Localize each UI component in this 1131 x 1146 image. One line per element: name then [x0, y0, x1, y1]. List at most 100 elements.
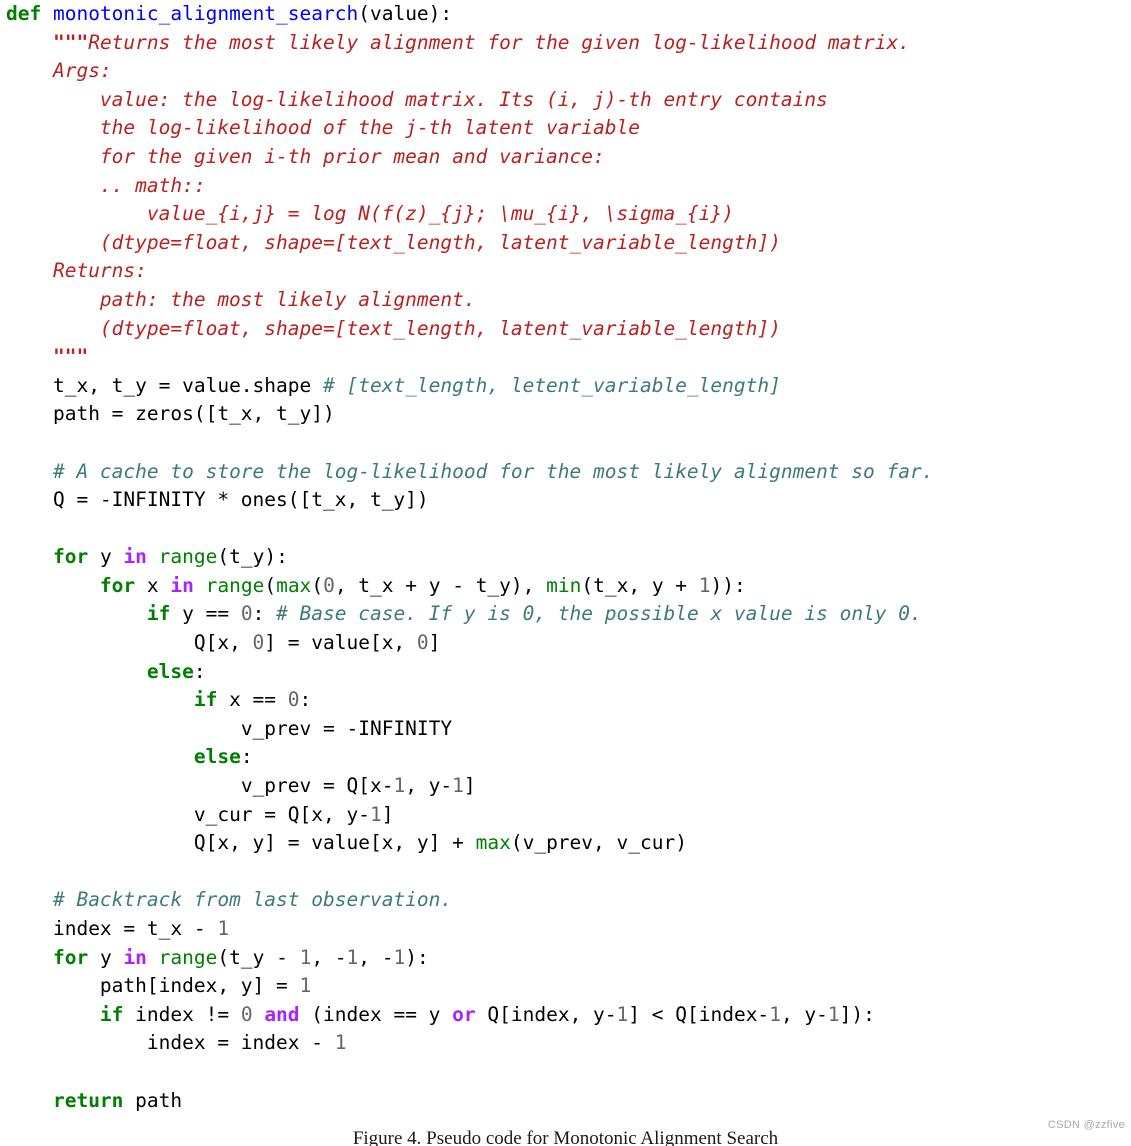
- code-token-num: 1: [769, 1002, 781, 1026]
- code-token-kw: if: [146, 602, 171, 626]
- code-token-doc: for the given i-th prior mean and varian…: [99, 144, 605, 168]
- code-token-plain: :: [240, 745, 253, 769]
- code-token-num: 1: [369, 802, 382, 826]
- code-token-doc: (dtype=float, shape=[text_length, latent…: [99, 230, 781, 254]
- code-line: # A cache to store the log-likelihood fo…: [0, 458, 1131, 487]
- code-token-doc-q: """: [52, 30, 89, 54]
- code-token-num: 1: [346, 945, 359, 969]
- code-line: index = t_x - 1: [0, 915, 1131, 944]
- code-token-comment: # Backtrack from last observation.: [52, 888, 453, 912]
- code-token-plain: ] < Q[index-: [628, 1002, 770, 1026]
- code-line: .. math::: [0, 172, 1131, 201]
- code-token-plain: v_prev = Q[x-: [240, 774, 394, 798]
- code-token-kw: for: [52, 545, 89, 569]
- code-line: def monotonic_alignment_search(value):: [0, 0, 1131, 29]
- code-token-num: 1: [452, 774, 464, 798]
- code-line: t_x, t_y = value.shape # [text_length, l…: [0, 372, 1131, 401]
- code-line: Q[x, y] = value[x, y] + max(v_prev, v_cu…: [0, 829, 1131, 858]
- code-line: """Returns the most likely alignment for…: [0, 29, 1131, 58]
- code-token-comment: # Base case. If y is 0, the possible x v…: [276, 602, 922, 626]
- code-token-plain: x ==: [217, 688, 288, 712]
- watermark: CSDN @zzfive: [1047, 1119, 1125, 1131]
- code-line: v_prev = -INFINITY: [0, 715, 1131, 744]
- code-token-kw: for: [99, 573, 136, 597]
- code-line: Q[x, 0] = value[x, 0]: [0, 629, 1131, 658]
- code-token-num: 1: [393, 774, 406, 798]
- code-token-plain: (v_prev, v_cur): [510, 831, 687, 855]
- code-token-plain: t_x, t_y = value.shape: [52, 373, 323, 397]
- code-token-plain: Q[x,: [193, 631, 253, 655]
- code-token-doc: Returns the most likely alignment for th…: [88, 30, 911, 54]
- code-line: the log-likelihood of the j-th latent va…: [0, 114, 1131, 143]
- code-token-builtin: max: [475, 831, 511, 855]
- code-token-plain: Q = -INFINITY * ones([t_x, t_y]): [52, 488, 429, 512]
- code-token-num: 1: [299, 974, 312, 998]
- code-line: v_prev = Q[x-1, y-1]: [0, 772, 1131, 801]
- code-token-kw: def: [6, 2, 42, 25]
- code-line: # Backtrack from last observation.: [0, 886, 1131, 915]
- code-line: else:: [0, 743, 1131, 772]
- code-line: (dtype=float, shape=[text_length, latent…: [0, 315, 1131, 344]
- code-line: for x in range(max(0, t_x + y - t_y), mi…: [0, 572, 1131, 601]
- code-token-doc: value: the log-likelihood matrix. Its (i…: [99, 87, 828, 111]
- code-token-plain: ]: [381, 802, 394, 826]
- code-token-plain: (value):: [358, 2, 453, 25]
- code-token-doc: value_{i,j} = log N(f(z)_{j}; \mu_{i}, \…: [146, 202, 734, 226]
- code-line: """: [0, 343, 1131, 372]
- code-token-builtin: range: [205, 573, 265, 597]
- code-token-builtin: max: [276, 573, 312, 597]
- code-token-builtin: range: [158, 945, 218, 969]
- code-line: path = zeros([t_x, t_y]): [0, 400, 1131, 429]
- code-token-plain: )):: [710, 573, 746, 597]
- code-token-op-kw: in: [170, 573, 194, 597]
- code-line: return path: [0, 1087, 1131, 1116]
- code-line: if y == 0: # Base case. If y is 0, the p…: [0, 600, 1131, 629]
- code-token-plain: index = t_x -: [52, 917, 218, 940]
- code-token-plain: (t_x, y +: [581, 573, 699, 597]
- code-token-op-kw: in: [123, 545, 147, 569]
- code-token-op-kw: and: [264, 1002, 300, 1026]
- code-token-num: 0: [323, 573, 335, 597]
- code-token-plain: , y-: [405, 774, 453, 798]
- code-token-num: 1: [299, 945, 312, 969]
- code-token-op-kw: or: [452, 1002, 476, 1026]
- code-token-builtin: min: [546, 573, 582, 597]
- code-token-plain: path = zeros([t_x, t_y]): [52, 402, 335, 426]
- code-token-doc: path: the most likely alignment.: [99, 287, 476, 311]
- code-token-plain: , y-: [780, 1002, 828, 1026]
- code-token-num: 0: [287, 688, 300, 712]
- code-line: Q = -INFINITY * ones([t_x, t_y]): [0, 486, 1131, 515]
- code-token-num: 1: [393, 945, 406, 969]
- code-token-plain: ] = value[x,: [264, 631, 417, 655]
- code-line: for y in range(t_y - 1, -1, -1):: [0, 944, 1131, 973]
- code-line: Returns:: [0, 257, 1131, 286]
- code-token-plain: , -: [358, 945, 394, 969]
- code-token-fname: monotonic_alignment_search: [52, 2, 359, 25]
- code-line: index = index - 1: [0, 1029, 1131, 1058]
- code-token-doc: Args:: [52, 59, 112, 83]
